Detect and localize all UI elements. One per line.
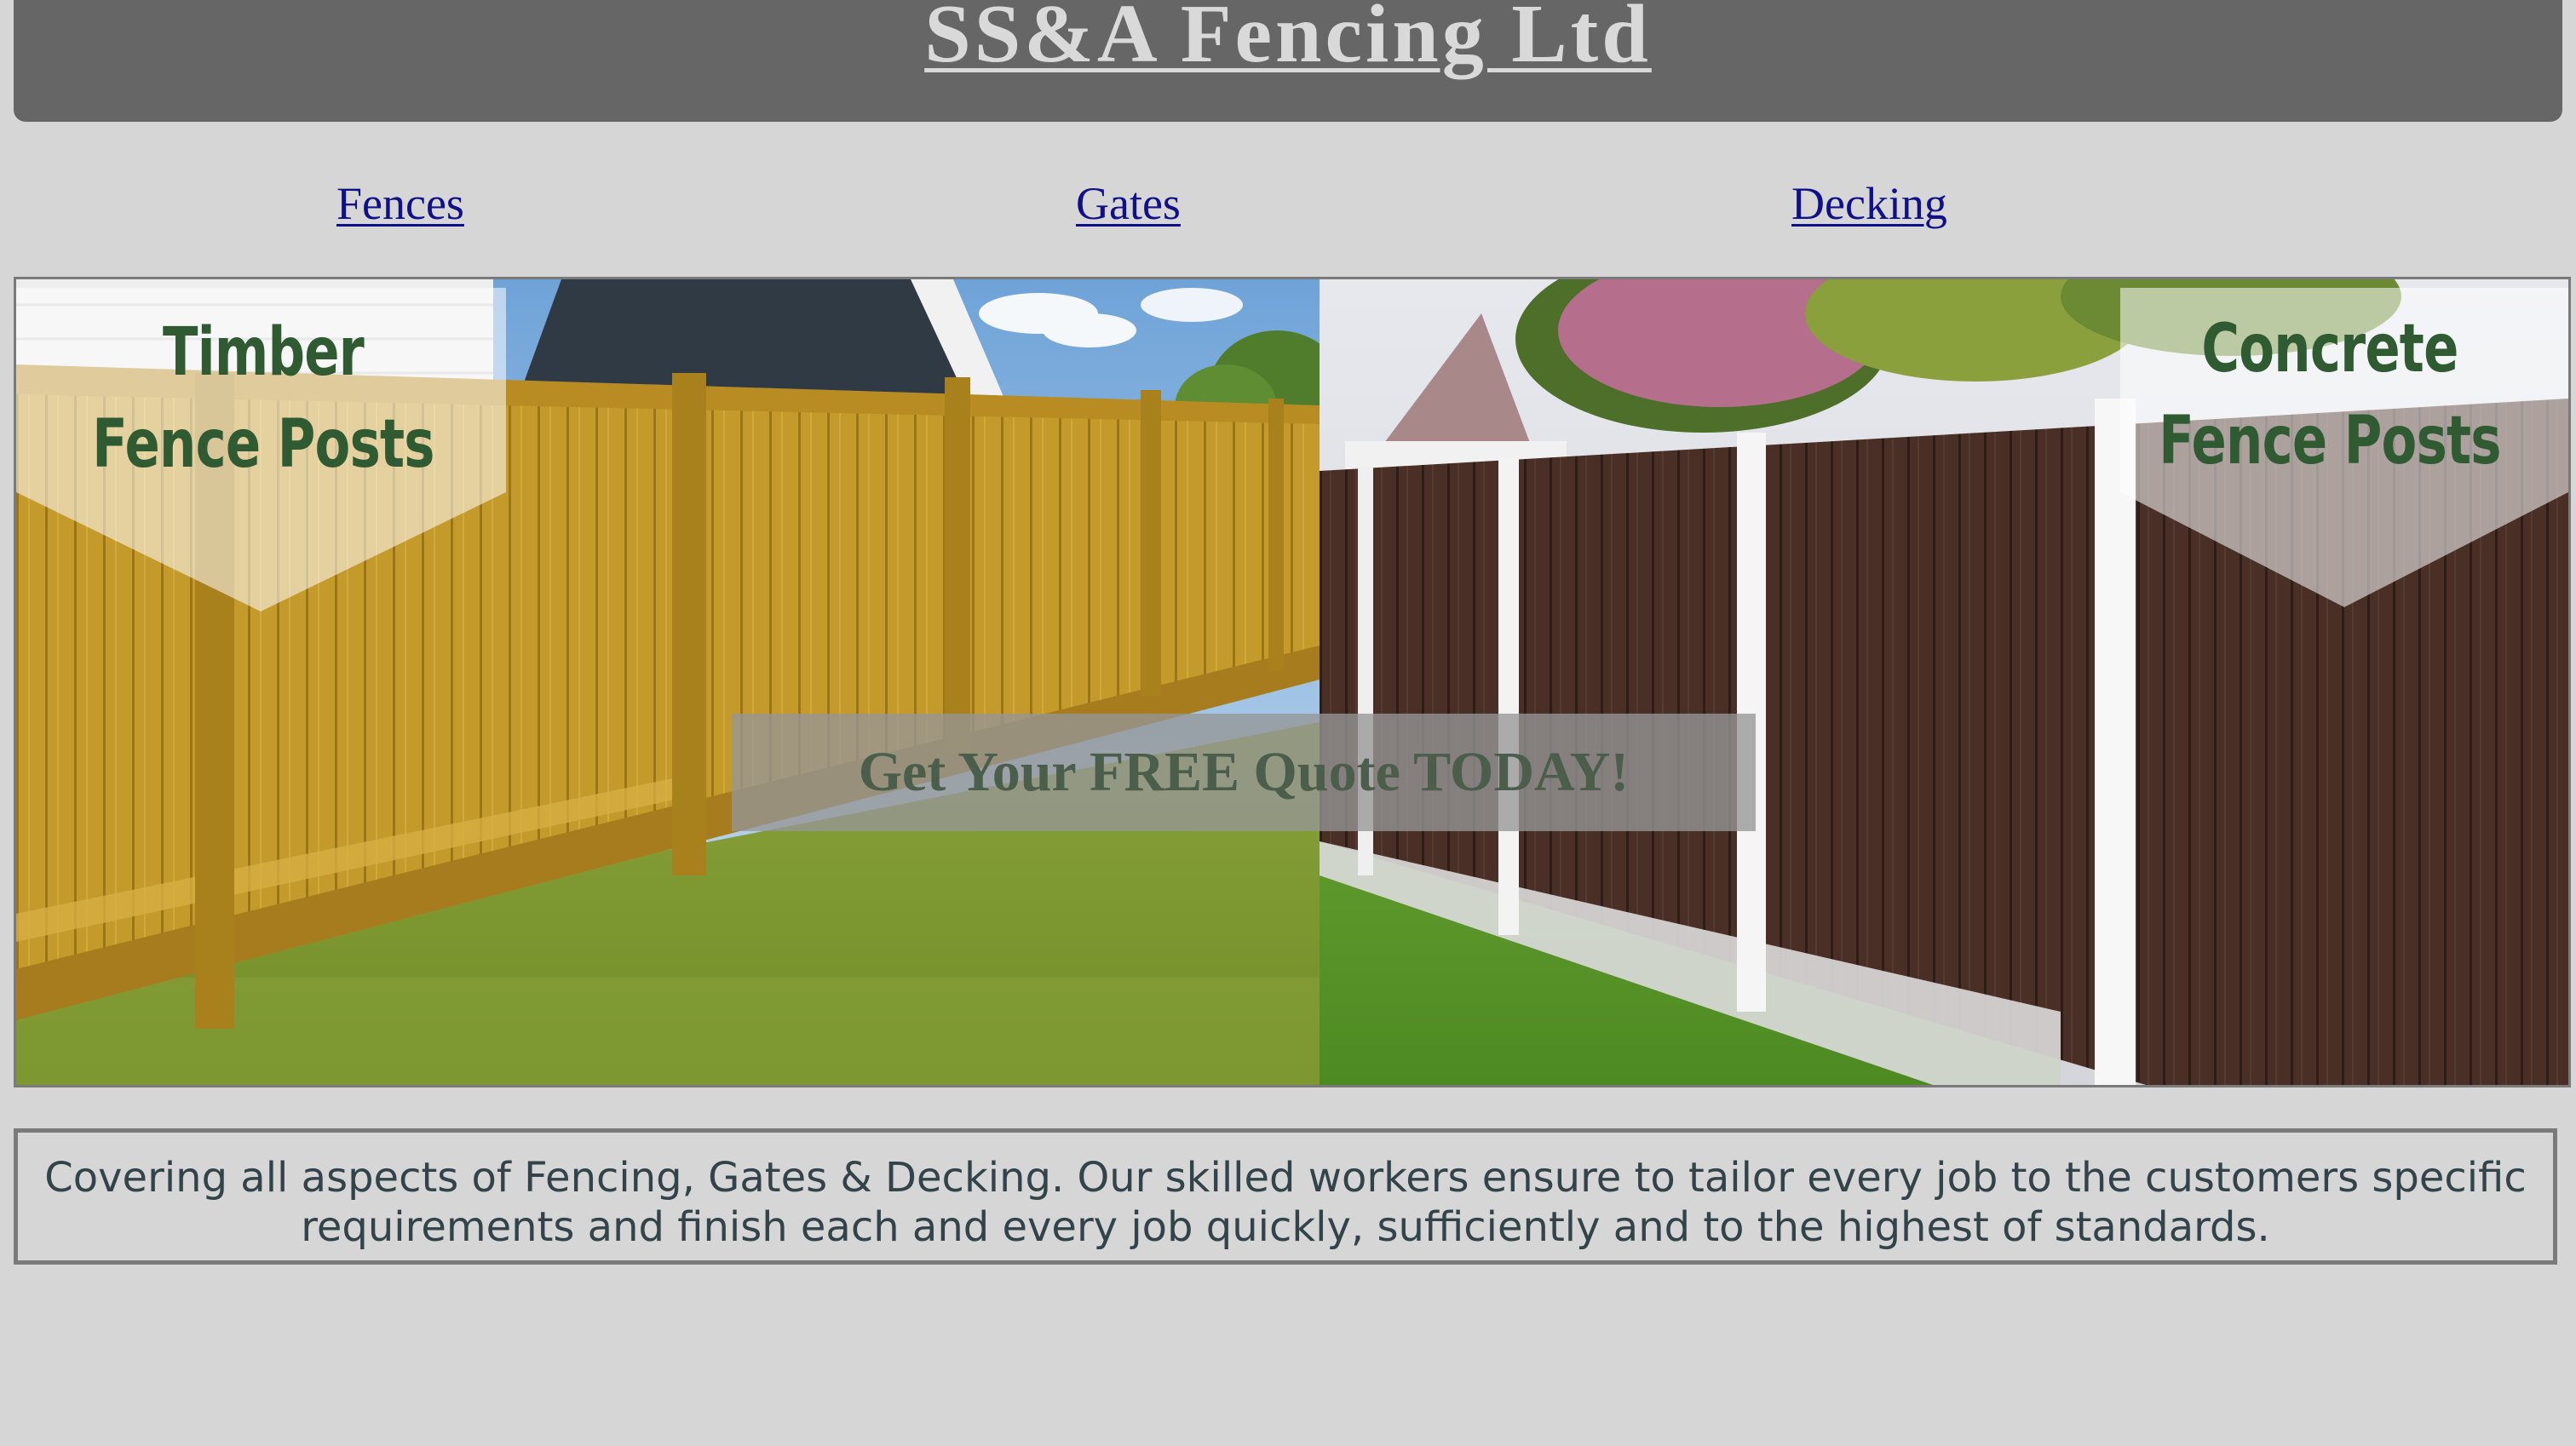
site-header: SS&A Fencing Ltd [14, 0, 2562, 122]
hero-banner: Timber Fence Posts Concrete Fence Posts … [14, 277, 2571, 1087]
concrete-label-line2: Fence Posts [2159, 403, 2501, 479]
concrete-fence-posts-label[interactable]: Concrete Fence Posts [2150, 303, 2509, 487]
description-line-1: Covering all aspects of Fencing, Gates &… [44, 1154, 2527, 1202]
timber-label-line1: Timber [163, 314, 365, 391]
timber-fence-posts-label[interactable]: Timber Fence Posts [83, 307, 442, 491]
free-quote-button[interactable]: Get Your FREE Quote TODAY! [732, 714, 1756, 831]
timber-label-line2: Fence Posts [92, 406, 434, 483]
site-title[interactable]: SS&A Fencing Ltd [924, 0, 1652, 85]
nav-link-fences[interactable]: Fences [336, 176, 464, 231]
concrete-label-line1: Concrete [2201, 311, 2458, 387]
nav-link-gates[interactable]: Gates [1076, 176, 1181, 231]
description-box: Covering all aspects of Fencing, Gates &… [14, 1128, 2557, 1265]
description-line-2: requirements and finish each and every j… [301, 1203, 2270, 1251]
nav-link-decking[interactable]: Decking [1791, 176, 1947, 231]
free-quote-text: Get Your FREE Quote TODAY! [858, 741, 1630, 803]
